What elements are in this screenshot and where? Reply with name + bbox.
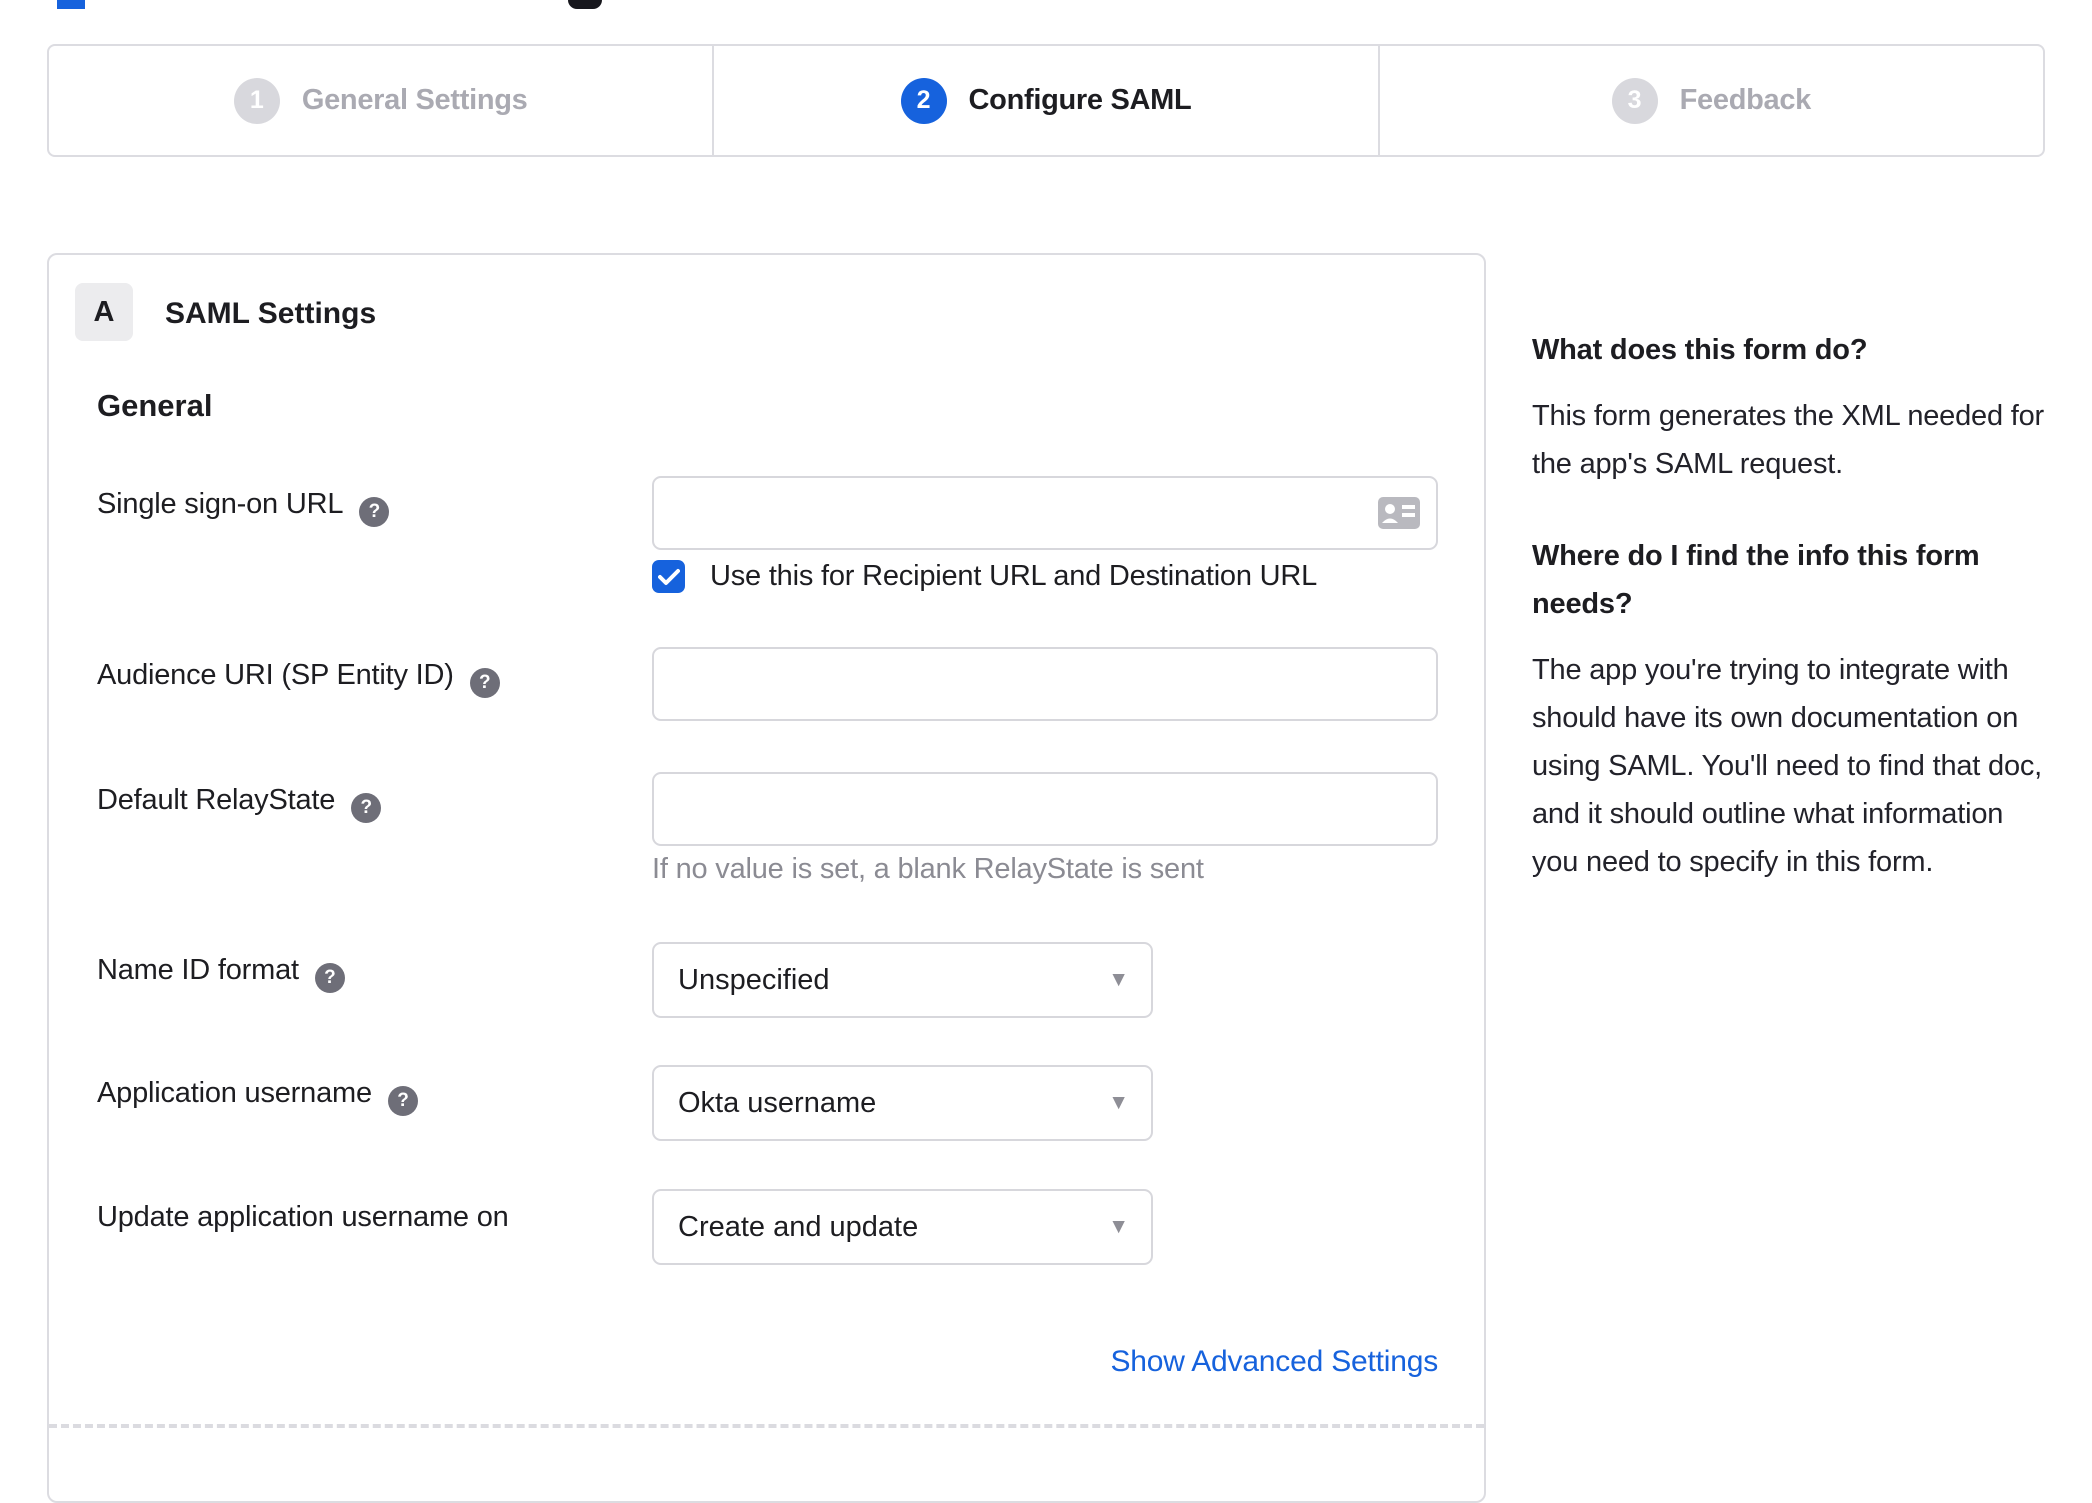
step-number-badge: 3 — [1611, 77, 1658, 124]
audience-uri-input[interactable] — [654, 649, 1436, 719]
saml-settings-panel: A SAML Settings General Single sign-on U… — [47, 253, 1486, 1503]
step-number-badge: 2 — [900, 77, 947, 124]
contact-card-icon — [1378, 497, 1420, 529]
help-answer-2: The app you're trying to integrate with … — [1532, 654, 2043, 878]
help-icon[interactable]: ? — [469, 668, 500, 698]
step-label: General Settings — [301, 84, 528, 116]
app-username-row: Application username? Okta username ▼ — [49, 1065, 1484, 1141]
relay-state-input[interactable] — [654, 774, 1436, 844]
name-id-format-select[interactable]: Unspecified ▼ — [652, 942, 1153, 1018]
relay-state-hint: If no value is set, a blank RelayState i… — [652, 853, 1204, 885]
help-icon[interactable]: ? — [351, 793, 382, 823]
help-sidebar: What does this form do? This form genera… — [1532, 326, 2048, 886]
panel-title: SAML Settings — [165, 297, 377, 330]
sso-url-input-wrap — [652, 476, 1438, 550]
help-answer-1: This form generates the XML needed for t… — [1532, 400, 2044, 480]
update-username-row: Update application username on Create an… — [49, 1189, 1484, 1265]
step-general-settings[interactable]: 1 General Settings — [49, 46, 712, 155]
help-icon[interactable]: ? — [359, 497, 390, 527]
help-question-2: Where do I find the info this form needs… — [1532, 540, 1980, 620]
step-label: Configure SAML — [968, 84, 1192, 116]
section-a-badge: A — [75, 283, 133, 341]
sso-url-input[interactable] — [654, 478, 1436, 548]
help-icon[interactable]: ? — [314, 963, 345, 993]
cutoff-logo-fragment — [57, 0, 85, 9]
section-divider — [49, 1424, 1484, 1428]
update-username-label: Update application username on — [97, 1201, 509, 1233]
select-value: Okta username — [678, 1086, 877, 1119]
select-value: Create and update — [678, 1210, 919, 1243]
recipient-url-checkbox-row: Use this for Recipient URL and Destinati… — [652, 560, 1317, 593]
select-value: Unspecified — [678, 963, 830, 996]
chevron-down-icon: ▼ — [1108, 1215, 1129, 1238]
sso-url-label: Single sign-on URL? — [49, 476, 652, 550]
relay-state-row: Default RelayState? — [49, 772, 1484, 846]
help-question-1: What does this form do? — [1532, 334, 1868, 366]
general-section-title: General — [97, 388, 213, 423]
step-number-badge: 1 — [233, 77, 280, 124]
recipient-url-checkbox[interactable] — [652, 560, 685, 593]
step-label: Feedback — [1679, 84, 1812, 116]
checkmark-icon — [657, 568, 680, 585]
chevron-down-icon: ▼ — [1108, 968, 1129, 991]
recipient-url-checkbox-label: Use this for Recipient URL and Destinati… — [710, 560, 1318, 592]
sso-url-row: Single sign-on URL? — [49, 476, 1484, 550]
update-username-select[interactable]: Create and update ▼ — [652, 1189, 1153, 1265]
wizard-stepper: 1 General Settings 2 Configure SAML 3 Fe… — [47, 44, 2045, 157]
relay-state-label: Default RelayState? — [49, 772, 652, 846]
help-icon[interactable]: ? — [387, 1086, 418, 1116]
audience-uri-row: Audience URI (SP Entity ID)? — [49, 647, 1484, 721]
step-configure-saml[interactable]: 2 Configure SAML — [712, 46, 1377, 155]
audience-uri-label: Audience URI (SP Entity ID)? — [49, 647, 652, 721]
step-feedback[interactable]: 3 Feedback — [1377, 46, 2043, 155]
relay-state-input-wrap — [652, 772, 1438, 846]
audience-uri-input-wrap — [652, 647, 1438, 721]
app-username-select[interactable]: Okta username ▼ — [652, 1065, 1153, 1141]
chevron-down-icon: ▼ — [1108, 1091, 1129, 1114]
app-username-label: Application username? — [49, 1065, 652, 1141]
name-id-format-label: Name ID format? — [49, 942, 652, 1018]
name-id-format-row: Name ID format? Unspecified ▼ — [49, 942, 1484, 1018]
show-advanced-settings-link[interactable]: Show Advanced Settings — [1111, 1345, 1439, 1378]
advanced-settings-link-wrap: Show Advanced Settings — [652, 1345, 1439, 1379]
cutoff-title-fragment — [568, 0, 602, 9]
